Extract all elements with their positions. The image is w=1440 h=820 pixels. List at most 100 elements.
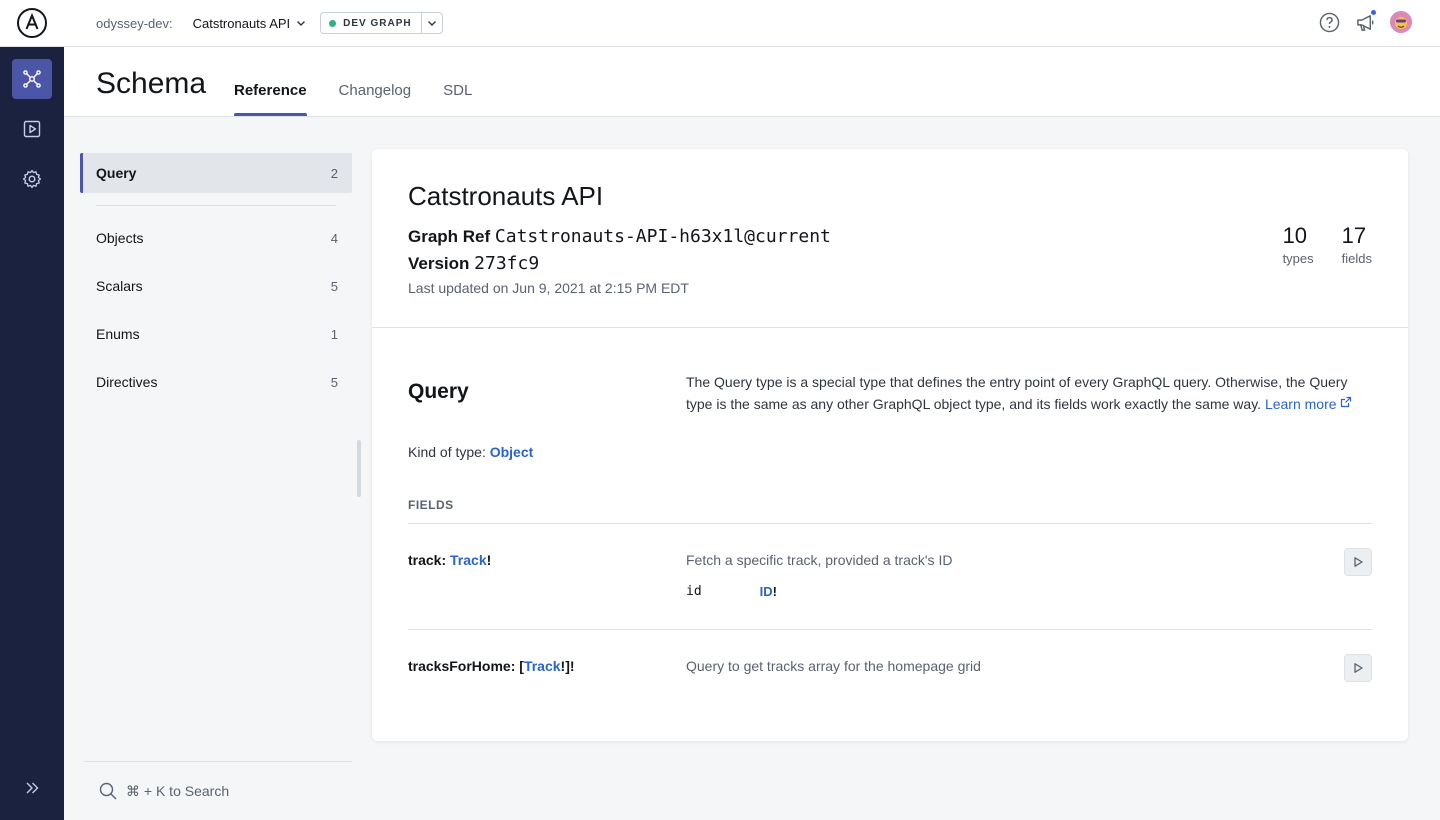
- table-row: tracksForHome: [Track!]! Query to get tr…: [408, 630, 1372, 710]
- fields-heading: FIELDS: [408, 498, 454, 512]
- stat-number: 10: [1282, 223, 1308, 248]
- version-value: 273fc9: [474, 253, 540, 274]
- type-list: Query 2 Objects 4 Scalars 5 Enums 1 Dire…: [80, 153, 352, 406]
- stat-label: fields: [1341, 251, 1372, 266]
- field-description: Query to get tracks array for the homepa…: [686, 658, 981, 674]
- apollo-logo-icon[interactable]: [0, 0, 64, 46]
- external-link-icon: [1341, 396, 1352, 408]
- run-in-explorer-button[interactable]: [1344, 548, 1372, 576]
- variant-label[interactable]: DEV GRAPH: [321, 13, 422, 33]
- graph-selector[interactable]: Catstronauts API: [193, 16, 307, 31]
- scrollbar-thumb[interactable]: [357, 440, 361, 497]
- sidebar-item-schema[interactable]: [12, 59, 52, 99]
- page-header: Schema Reference Changelog SDL: [64, 47, 1440, 117]
- graph-ref: Graph Ref Catstronauts-API-h63x1l@curren…: [408, 226, 1372, 247]
- field-name: tracksForHome:: [408, 658, 516, 674]
- play-square-icon: [23, 120, 41, 138]
- graph-title: Catstronauts API: [408, 181, 604, 211]
- graph-ref-label: Graph Ref: [408, 227, 491, 246]
- graph-nodes-icon: [23, 70, 41, 88]
- type-description-text: The Query type is a special type that de…: [686, 374, 1348, 412]
- field-type-link[interactable]: Track: [450, 552, 487, 568]
- tab-sdl[interactable]: SDL: [443, 47, 472, 116]
- play-icon: [1354, 557, 1363, 567]
- version: Version 273fc9: [408, 253, 1372, 274]
- page-title: Schema: [96, 67, 207, 100]
- field-signature: track: Track!: [408, 552, 491, 568]
- help-icon: [1319, 12, 1339, 32]
- type-item-label: Enums: [96, 326, 140, 342]
- gear-icon: [22, 169, 42, 189]
- version-label: Version: [408, 254, 470, 273]
- type-item-count: 2: [330, 165, 338, 181]
- graph-name: Catstronauts API: [192, 15, 291, 31]
- stat-fields: 17 fields: [1342, 223, 1372, 266]
- stat-types: 10 types: [1283, 223, 1314, 266]
- schema-reference-card: Catstronauts API Graph Ref Catstronauts-…: [372, 149, 1408, 741]
- field-signature: tracksForHome: [Track!]!: [408, 658, 575, 674]
- announcements-button[interactable]: [1354, 9, 1377, 33]
- type-item-label: Query: [96, 165, 137, 181]
- expand-sidebar-button[interactable]: [20, 776, 44, 800]
- graph-summary: Catstronauts API Graph Ref Catstronauts-…: [372, 149, 1408, 328]
- kind-label: Kind of type:: [408, 444, 486, 460]
- variant-name: DEV GRAPH: [343, 17, 412, 29]
- run-in-explorer-button[interactable]: [1344, 654, 1372, 682]
- double-chevron-right-icon: [26, 782, 39, 794]
- notification-dot: [1370, 9, 1377, 16]
- play-icon: [1354, 663, 1363, 673]
- table-row: track: Track! Fetch a specific track, pr…: [408, 524, 1372, 630]
- type-item-objects[interactable]: Objects 4: [80, 214, 352, 262]
- chevron-down-icon: [297, 21, 306, 26]
- type-item-label: Directives: [96, 374, 158, 390]
- search-button[interactable]: ⌘ + K to Search: [84, 761, 352, 820]
- type-item-count: 5: [330, 374, 338, 390]
- schema-tabs: Reference Changelog SDL: [234, 47, 472, 116]
- field-type-suffix: !: [486, 552, 492, 568]
- schema-stats: 10 types 17 fields: [1283, 223, 1372, 266]
- stat-label: types: [1282, 251, 1314, 266]
- tab-reference[interactable]: Reference: [234, 47, 307, 116]
- type-item-count: 4: [330, 230, 338, 246]
- help-button[interactable]: [1318, 11, 1340, 33]
- field-type-suffix: !]!: [560, 658, 575, 674]
- learn-more-link[interactable]: Learn more: [1265, 396, 1352, 412]
- variant-dropdown-button[interactable]: [422, 13, 442, 33]
- tab-changelog[interactable]: Changelog: [339, 47, 412, 116]
- type-item-query[interactable]: Query 2: [80, 153, 352, 193]
- stat-number: 17: [1341, 223, 1367, 248]
- app-sidebar: [0, 47, 64, 820]
- type-description: The Query type is a special type that de…: [686, 371, 1366, 415]
- field-argument: id ID!: [686, 584, 777, 599]
- search-label: ⌘ + K to Search: [126, 782, 230, 799]
- variant-selector[interactable]: DEV GRAPH: [320, 12, 443, 34]
- type-item-label: Objects: [96, 230, 144, 246]
- org-name: odyssey-dev:: [96, 15, 173, 31]
- type-item-count: 5: [330, 278, 338, 294]
- argument-name: id: [686, 584, 702, 599]
- type-item-scalars[interactable]: Scalars 5: [80, 262, 352, 310]
- status-dot: [329, 19, 337, 27]
- sidebar-item-explorer[interactable]: [12, 109, 52, 149]
- chevron-down-icon: [427, 21, 436, 26]
- last-updated: Last updated on Jun 9, 2021 at 2:15 PM E…: [408, 280, 689, 296]
- field-description: Fetch a specific track, provided a track…: [686, 552, 953, 568]
- avatar[interactable]: [1390, 11, 1412, 33]
- argument-type: ID!: [760, 584, 777, 599]
- divider: [96, 205, 336, 206]
- kind-of-type: Kind of type: Object: [408, 444, 533, 460]
- top-bar: odyssey-dev: Catstronauts API DEV GRAPH: [0, 0, 1440, 47]
- field-name: track:: [408, 552, 447, 568]
- type-title: Query: [408, 380, 469, 403]
- argument-type-suffix: !: [772, 584, 777, 599]
- argument-type-link[interactable]: ID: [760, 584, 773, 599]
- field-type-link[interactable]: Track: [524, 658, 561, 674]
- learn-more-label: Learn more: [1264, 396, 1337, 412]
- kind-value-link[interactable]: Object: [490, 444, 534, 460]
- search-icon: [99, 782, 117, 800]
- type-item-label: Scalars: [96, 278, 143, 294]
- type-item-enums[interactable]: Enums 1: [80, 310, 352, 358]
- graph-ref-value: Catstronauts-API-h63x1l@current: [494, 226, 831, 247]
- type-item-directives[interactable]: Directives 5: [80, 358, 352, 406]
- sidebar-item-settings[interactable]: [12, 159, 52, 199]
